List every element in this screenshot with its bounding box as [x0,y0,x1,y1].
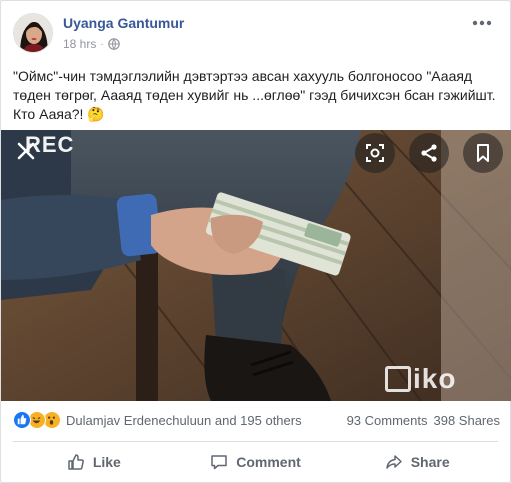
reaction-names[interactable]: Dulamjav Erdenechuluun and 195 others [66,413,302,428]
share-icon [421,144,437,162]
more-options-button[interactable] [470,13,494,33]
comment-icon [211,455,227,470]
comment-label: Comment [236,454,301,470]
share-video-button[interactable] [409,133,449,173]
share-label: Share [410,454,450,470]
share-arrow-icon [385,455,402,469]
action-bar: Like Comment Share [13,445,498,479]
post-card: Uyanga Gantumur 18 hrs · "Оймс"-чин тэмд… [0,0,511,483]
ellipsis-icon [472,20,492,26]
like-label: Like [92,454,121,470]
post-header: Uyanga Gantumur 18 hrs · [13,13,498,57]
reactions-summary[interactable]: Dulamjav Erdenechuluun and 195 others [13,409,302,431]
post-video[interactable]: REC iko [1,130,511,401]
comment-count[interactable]: 93 Comments [347,413,428,428]
thumbs-up-icon [68,454,84,470]
separator-dot: · [100,38,104,50]
close-button[interactable] [11,136,41,166]
like-icon [13,411,31,429]
watermark: iko [385,363,456,395]
post-time[interactable]: 18 hrs [63,37,96,51]
close-icon [17,142,35,160]
post-text: "Оймс"-чин тэмдэглэлийн дэвтэртээ авсан … [13,68,496,122]
watermark-logo-icon [385,366,411,392]
focus-icon [366,144,384,162]
author-name[interactable]: Uyanga Gantumur [63,15,184,31]
watermark-text: iko [413,363,457,394]
save-video-button[interactable] [463,133,503,173]
globe-icon[interactable] [107,38,120,50]
share-count[interactable]: 398 Shares [434,413,501,428]
divider [13,441,498,442]
like-button[interactable]: Like [13,445,175,479]
focus-button[interactable] [355,133,395,173]
bookmark-icon [477,144,489,162]
avatar[interactable] [13,13,53,53]
post-meta: 18 hrs · [63,37,120,51]
share-button[interactable]: Share [336,445,498,479]
comment-button[interactable]: Comment [175,445,337,479]
engagement-counts: 93 Comments 398 Shares [347,413,500,428]
